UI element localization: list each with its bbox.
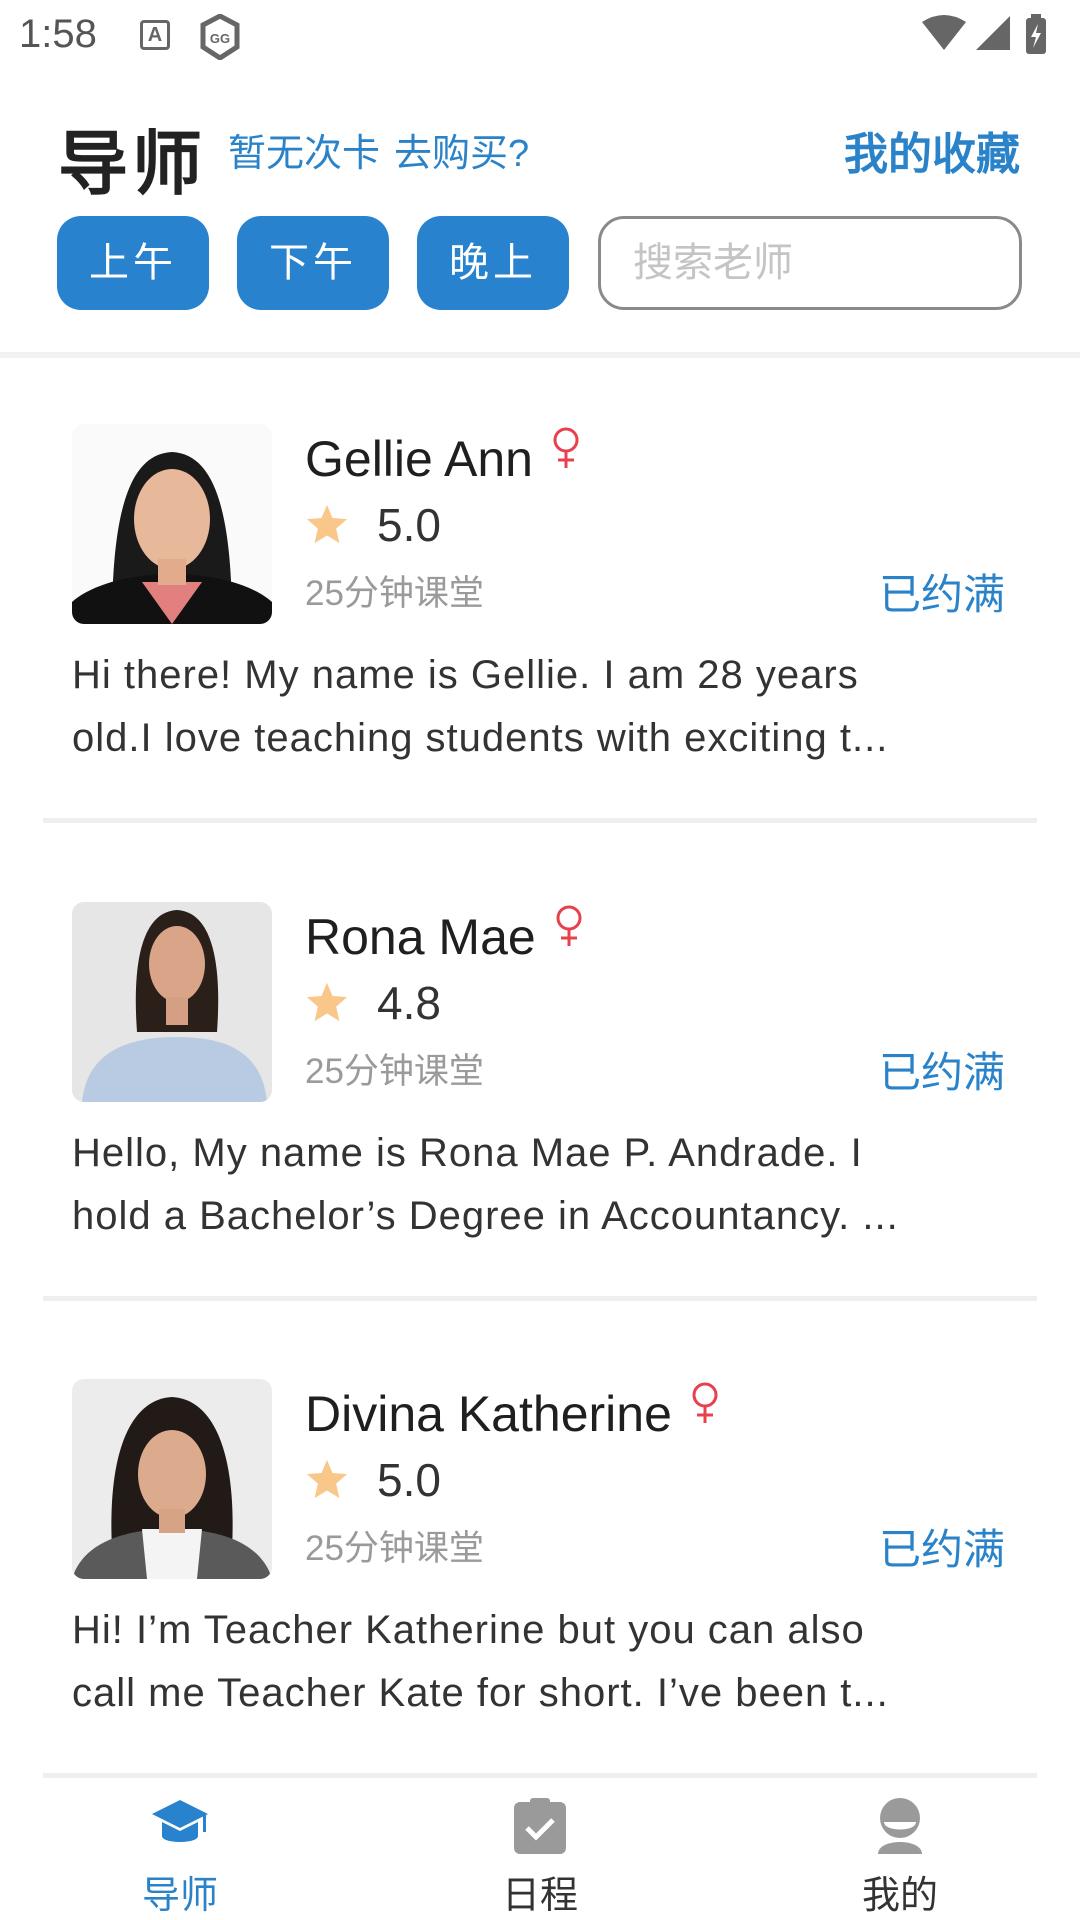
keyboard-a-icon: A — [140, 20, 170, 50]
search-teacher-input[interactable]: 搜索老师 — [598, 216, 1022, 310]
tutor-name-text: Rona Mae — [305, 909, 536, 965]
header-divider — [0, 352, 1080, 358]
female-icon — [688, 1379, 722, 1437]
status-time: 1:58 — [19, 12, 97, 56]
tutor-name: Rona Mae — [305, 902, 586, 966]
star-icon — [305, 503, 349, 550]
class-duration: 25分钟课堂 — [305, 1529, 484, 1568]
buy-card-link[interactable]: 去购买? — [394, 133, 529, 175]
female-icon — [549, 424, 583, 482]
tutor-name: Divina Katherine — [305, 1379, 722, 1443]
my-favorites-link[interactable]: 我的收藏 — [844, 118, 1020, 182]
tutor-avatar — [72, 1379, 272, 1579]
booking-status: 已约满 — [878, 1526, 1005, 1573]
tutor-rating: 5.0 — [377, 1454, 441, 1506]
nav-mine-tab[interactable]: 我的 — [800, 1784, 1000, 1920]
svg-text:GG: GG — [210, 31, 230, 46]
user-icon — [870, 1796, 930, 1861]
filter-evening-button[interactable]: 晚上 — [417, 216, 569, 310]
filter-afternoon-button[interactable]: 下午 — [237, 216, 389, 310]
class-duration: 25分钟课堂 — [305, 1052, 484, 1091]
tutor-name: Gellie Ann — [305, 424, 583, 488]
tutor-card[interactable]: Gellie Ann 5.0 25分钟课堂 已约满 Hi there! My n… — [0, 424, 1080, 902]
card-status-text: 暂无次卡 — [228, 133, 381, 175]
card-divider — [43, 1296, 1037, 1301]
tutor-rating: 4.8 — [377, 977, 441, 1029]
battery-icon — [1026, 14, 1046, 54]
female-icon — [552, 902, 586, 960]
card-status: 暂无次卡 去购买? — [228, 122, 543, 177]
filter-morning-button[interactable]: 上午 — [57, 216, 209, 310]
nav-schedule-tab[interactable]: 日程 — [440, 1784, 640, 1920]
nav-tutors-label: 导师 — [141, 1875, 218, 1917]
bottom-nav: 导师 日程 我的 — [0, 1784, 1080, 1920]
tutor-rating: 5.0 — [377, 499, 441, 551]
tutor-intro: Hello, My name is Rona Mae P. Andrade. I… — [72, 1131, 899, 1238]
clipboard-check-icon — [510, 1796, 570, 1861]
tutor-intro: Hi there! My name is Gellie. I am 28 yea… — [72, 653, 889, 760]
page-title: 导师 — [58, 125, 206, 203]
gg-shield-icon: GG — [199, 13, 241, 65]
graduation-cap-icon — [150, 1796, 210, 1857]
signal-icon — [976, 16, 1010, 50]
tutor-name-text: Gellie Ann — [305, 431, 533, 487]
star-icon — [305, 1458, 349, 1505]
card-divider — [43, 1773, 1037, 1778]
nav-schedule-label: 日程 — [501, 1875, 578, 1917]
tutor-name-text: Divina Katherine — [305, 1386, 672, 1442]
card-divider — [43, 818, 1037, 823]
class-duration: 25分钟课堂 — [305, 574, 484, 613]
tutor-avatar — [72, 424, 272, 624]
star-icon — [305, 981, 349, 1028]
nav-mine-label: 我的 — [861, 1875, 938, 1917]
status-bar: 1:58 A GG — [0, 0, 1080, 76]
wifi-icon — [922, 15, 966, 50]
booking-status: 已约满 — [878, 1049, 1005, 1096]
tutor-card[interactable]: Rona Mae 4.8 25分钟课堂 已约满 Hello, My name i… — [0, 902, 1080, 1380]
status-icons — [920, 12, 1060, 67]
booking-status: 已约满 — [878, 571, 1005, 618]
tutor-intro: Hi! I’m Teacher Katherine but you can al… — [72, 1608, 889, 1715]
tutor-avatar — [72, 902, 272, 1102]
nav-tutors-tab[interactable]: 导师 — [80, 1784, 280, 1920]
